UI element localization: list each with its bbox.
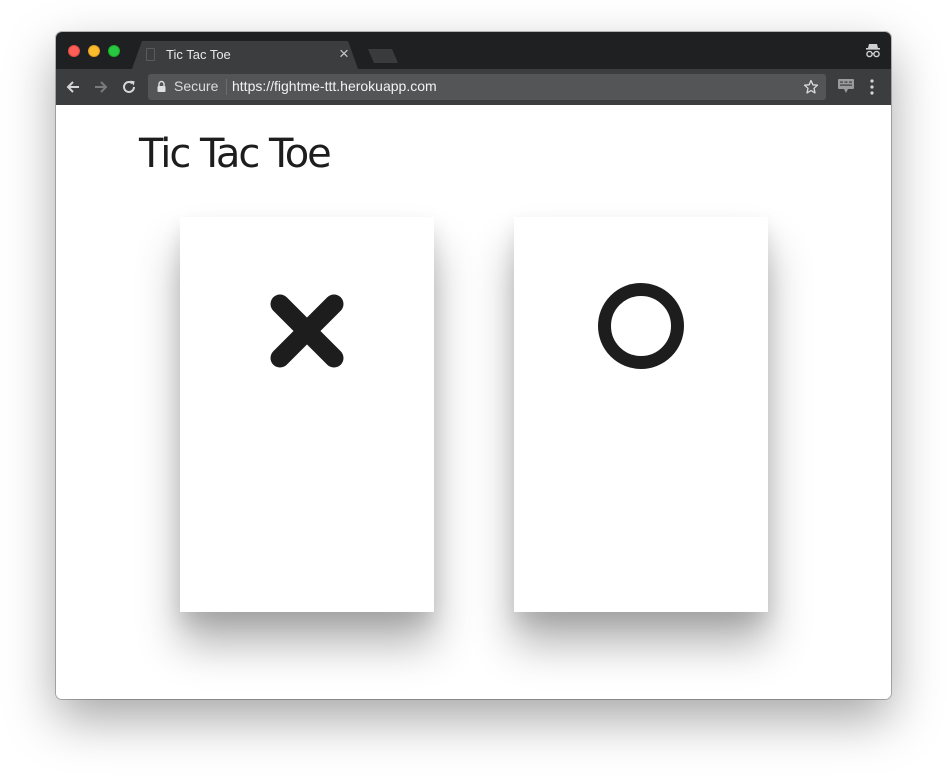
lock-icon	[157, 80, 166, 92]
page-favicon-icon	[146, 48, 155, 61]
tab-close-icon[interactable]: ×	[339, 43, 349, 65]
new-tab-button[interactable]	[368, 49, 398, 63]
tab-title: Tic Tac Toe	[166, 47, 231, 62]
url-text[interactable]: https://fightme-ttt.herokuapp.com	[232, 78, 437, 94]
back-arrow-icon[interactable]	[64, 78, 82, 96]
security-label: Secure	[174, 78, 219, 94]
browser-window: Tic Tac Toe × Secure https://fightme-ttt…	[56, 32, 891, 699]
browser-tab[interactable]: Tic Tac Toe ×	[132, 41, 358, 69]
address-bar[interactable]: Secure https://fightme-ttt.herokuapp.com	[148, 74, 826, 100]
extension-icon[interactable]	[837, 78, 855, 94]
page-content: Tic Tac Toe	[56, 105, 891, 699]
choose-o-card[interactable]	[514, 217, 768, 612]
maximize-window-icon[interactable]	[108, 45, 120, 57]
choose-x-card[interactable]	[180, 217, 434, 612]
reload-icon[interactable]	[120, 78, 138, 96]
address-divider	[226, 79, 227, 95]
browser-toolbar: Secure https://fightme-ttt.herokuapp.com	[56, 69, 891, 105]
forward-arrow-icon[interactable]	[92, 78, 110, 96]
o-mark-icon	[598, 283, 684, 369]
x-mark-icon	[270, 294, 344, 368]
bookmark-star-icon[interactable]	[803, 79, 819, 95]
minimize-window-icon[interactable]	[88, 45, 100, 57]
title-bar: Tic Tac Toe ×	[56, 32, 891, 69]
menu-dots-icon[interactable]	[869, 78, 875, 96]
incognito-icon	[866, 44, 880, 58]
page-title: Tic Tac Toe	[139, 131, 332, 177]
close-window-icon[interactable]	[68, 45, 80, 57]
